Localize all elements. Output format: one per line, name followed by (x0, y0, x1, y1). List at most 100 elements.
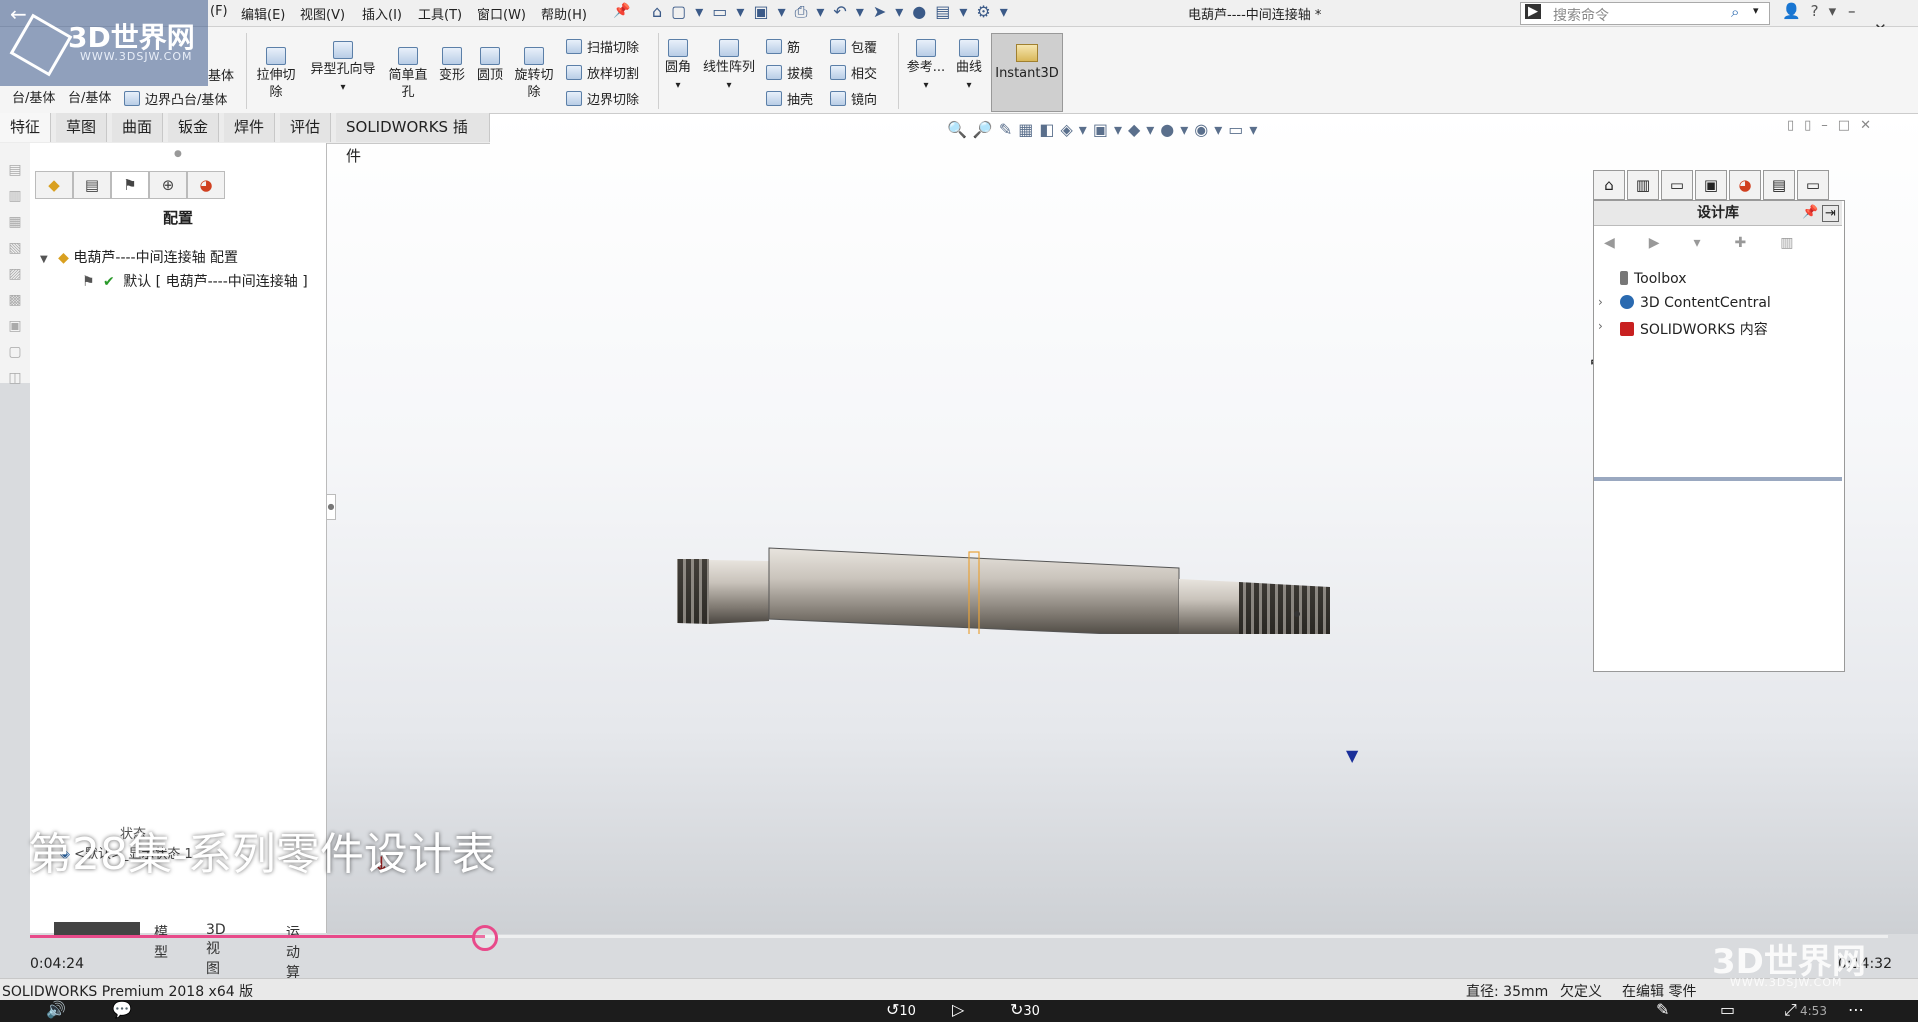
subtitles-icon[interactable]: 💬 (112, 1000, 132, 1019)
tab-property-manager[interactable]: ▤ (73, 171, 111, 199)
menu-file[interactable]: (F) (210, 4, 228, 19)
play-icon[interactable]: ▷ (952, 1000, 964, 1019)
chevron-down-icon[interactable]: ▾ (1753, 4, 1759, 17)
picture-in-picture-icon[interactable]: ▭ (1720, 1000, 1735, 1019)
tab-view-palette[interactable]: ▣ (1695, 170, 1727, 200)
pin-panel-icon[interactable]: 📌 (1802, 205, 1818, 220)
tree-root-label: 电葫芦----中间连接轴 配置 (73, 250, 239, 266)
view-toolbar-icons[interactable]: 🔍🔎✎▦◧◈▾▣▾◆▾●▾◉▾▭▾ (947, 120, 1263, 139)
extrude-cut-button[interactable]: 拉伸切 除 (252, 47, 300, 101)
heads-up-view-toolbar[interactable]: 🔍🔎✎▦◧◈▾▣▾◆▾●▾◉▾▭▾ (947, 120, 1427, 140)
library-nav-toolbar[interactable]: ◀▶▾✚▥ (1604, 235, 1828, 251)
chevron-right-icon[interactable]: › (1598, 319, 1603, 333)
tab-configuration-manager[interactable]: ⚑ (111, 171, 149, 199)
menu-edit[interactable]: 编辑(E) (241, 4, 285, 23)
menu-help[interactable]: 帮助(H) (541, 4, 587, 23)
globe-icon (1620, 295, 1634, 309)
linear-pattern-button[interactable]: 线性阵列 ▾ (698, 39, 760, 94)
shaft-part-model[interactable] (677, 434, 1597, 634)
shell-button[interactable]: 抽壳 (766, 89, 813, 108)
library-item-solidworks-content[interactable]: › SOLIDWORKS 内容 (1598, 319, 1768, 339)
loft-cut-button[interactable]: 放样切割 (566, 63, 639, 82)
reference-geometry-button[interactable]: 参考... ▾ (902, 39, 950, 94)
ribbon-boss-partial-2[interactable]: 台/基体 (12, 87, 55, 106)
intersect-button[interactable]: 相交 (830, 63, 877, 82)
panel-splitter[interactable] (1594, 477, 1842, 481)
forward-button[interactable]: ↻30 (1010, 1000, 1040, 1019)
library-item-3d-contentcentral[interactable]: › 3D ContentCentral (1598, 295, 1771, 311)
shell-icon (766, 91, 782, 106)
reference-geometry-label: 参考... (906, 60, 946, 75)
chevron-right-icon[interactable]: › (1598, 295, 1603, 309)
dimxpert-icon: ⊕ (161, 176, 175, 194)
tab-file-explorer[interactable]: ▭ (1661, 170, 1693, 200)
tab-3d-views[interactable]: 3D 视图 (206, 922, 226, 978)
left-strip-icons[interactable]: ▤ ▥ ▦ ▧ ▨ ▩ ▣ ▢ ◫ (0, 143, 30, 391)
tab-model[interactable]: 模型 (154, 922, 168, 962)
rib-button[interactable]: 筋 (766, 37, 800, 56)
video-progress-knob[interactable] (472, 925, 499, 951)
shell-label: 抽壳 (787, 93, 814, 108)
tab-home[interactable]: ⌂ (1593, 170, 1625, 200)
tab-display-manager[interactable]: ◕ (187, 171, 225, 199)
edit-pen-icon[interactable]: ✎ (1656, 1000, 1669, 1019)
tab-solidworks-addins[interactable]: SOLIDWORKS 插件 (336, 113, 490, 165)
back-arrow-icon[interactable]: ← (10, 2, 27, 26)
more-icon[interactable]: ⋯ (1848, 1000, 1864, 1019)
collapse-arrow-icon[interactable]: ▼ (40, 254, 48, 265)
mirror-button[interactable]: 镜向 (830, 89, 877, 108)
menu-insert[interactable]: 插入(I) (362, 4, 402, 23)
tree-default-config[interactable]: ⚑ ✔ 默认 [ 电葫芦----中间连接轴 ] (82, 271, 308, 291)
quick-access-toolbar[interactable]: ⌂▢▾▭▾▣▾⎙▾↶▾➤▾●▤▾⚙▾ (652, 2, 1017, 22)
deform-icon (442, 47, 462, 65)
library-item-toolbox[interactable]: Toolbox (1620, 271, 1687, 287)
deform-button[interactable]: 变形 (434, 47, 470, 84)
collapse-panel-icon[interactable]: ⇥ (1822, 205, 1839, 222)
menu-tools[interactable]: 工具(T) (418, 4, 462, 23)
tab-features[interactable]: 特征 (0, 113, 52, 142)
sweep-cut-button[interactable]: 扫描切除 (566, 37, 639, 56)
fillet-button[interactable]: 圆角 ▾ (662, 39, 694, 94)
tab-custom-properties[interactable]: ▤ (1763, 170, 1795, 200)
revolve-cut-button[interactable]: 旋转切 除 (510, 47, 558, 101)
doc-window-controls[interactable]: ▯▯–□✕ (1787, 118, 1881, 133)
wrap-button[interactable]: 包覆 (830, 37, 877, 56)
rewind-button[interactable]: ↺10 (886, 1000, 916, 1019)
tab-feature-tree[interactable]: ◆ (35, 171, 73, 199)
user-help-icons[interactable]: 👤?▾ (1782, 2, 1846, 20)
panel-collapse-handle[interactable]: ● (326, 494, 336, 520)
appearances-icon: ◕ (1738, 176, 1752, 194)
view-palette-icon: ▣ (1703, 176, 1719, 194)
deform-label: 变形 (438, 68, 465, 83)
ribbon-boss-partial-3[interactable]: 台/基体 (68, 87, 111, 106)
draft-button[interactable]: 拔模 (766, 63, 813, 82)
boundary-cut-button[interactable]: 边界切除 (566, 89, 639, 108)
tab-resources[interactable]: ▥ (1627, 170, 1659, 200)
tab-evaluate[interactable]: 评估 (280, 113, 332, 142)
search-icon[interactable]: ⌕ (1731, 3, 1739, 21)
tab-appearances[interactable]: ◕ (1729, 170, 1761, 200)
menu-view[interactable]: 视图(V) (300, 4, 345, 23)
tab-sheet-metal[interactable]: 钣金 (168, 113, 220, 142)
product-version: SOLIDWORKS Premium 2018 x64 版 (2, 984, 254, 1000)
menu-window[interactable]: 窗口(W) (477, 4, 526, 23)
property-manager-icon: ▤ (84, 176, 100, 194)
instant3d-toggle[interactable]: Instant3D (991, 33, 1063, 112)
search-input[interactable]: ▶ 搜索命令 ⌕ ▾ (1520, 2, 1770, 25)
tab-weldments[interactable]: 焊件 (224, 113, 276, 142)
fullscreen-icon[interactable]: ⤢ (1784, 1000, 1797, 1020)
tab-sketch[interactable]: 草图 (56, 113, 108, 142)
ribbon-boss-partial[interactable]: 基体 (208, 65, 234, 84)
panel-grip[interactable]: ● (174, 149, 182, 159)
tree-root-config[interactable]: ▼ ◆ 电葫芦----中间连接轴 配置 (40, 247, 238, 267)
boundary-boss-button[interactable]: 边界凸台/基体 (124, 89, 227, 108)
curves-button[interactable]: 曲线 ▾ (952, 39, 986, 94)
tab-forum[interactable]: ▭ (1797, 170, 1829, 200)
tab-surfaces[interactable]: 曲面 (112, 113, 164, 142)
volume-icon[interactable]: 🔊 (46, 1000, 66, 1019)
tab-dimxpert-manager[interactable]: ⊕ (149, 171, 187, 199)
dome-button[interactable]: 圆顶 (472, 47, 508, 84)
hole-wizard-button[interactable]: 异型孔向导 ▾ (304, 41, 382, 96)
simple-hole-button[interactable]: 简单直 孔 (384, 47, 432, 101)
pin-icon[interactable]: 📌 (613, 3, 630, 19)
